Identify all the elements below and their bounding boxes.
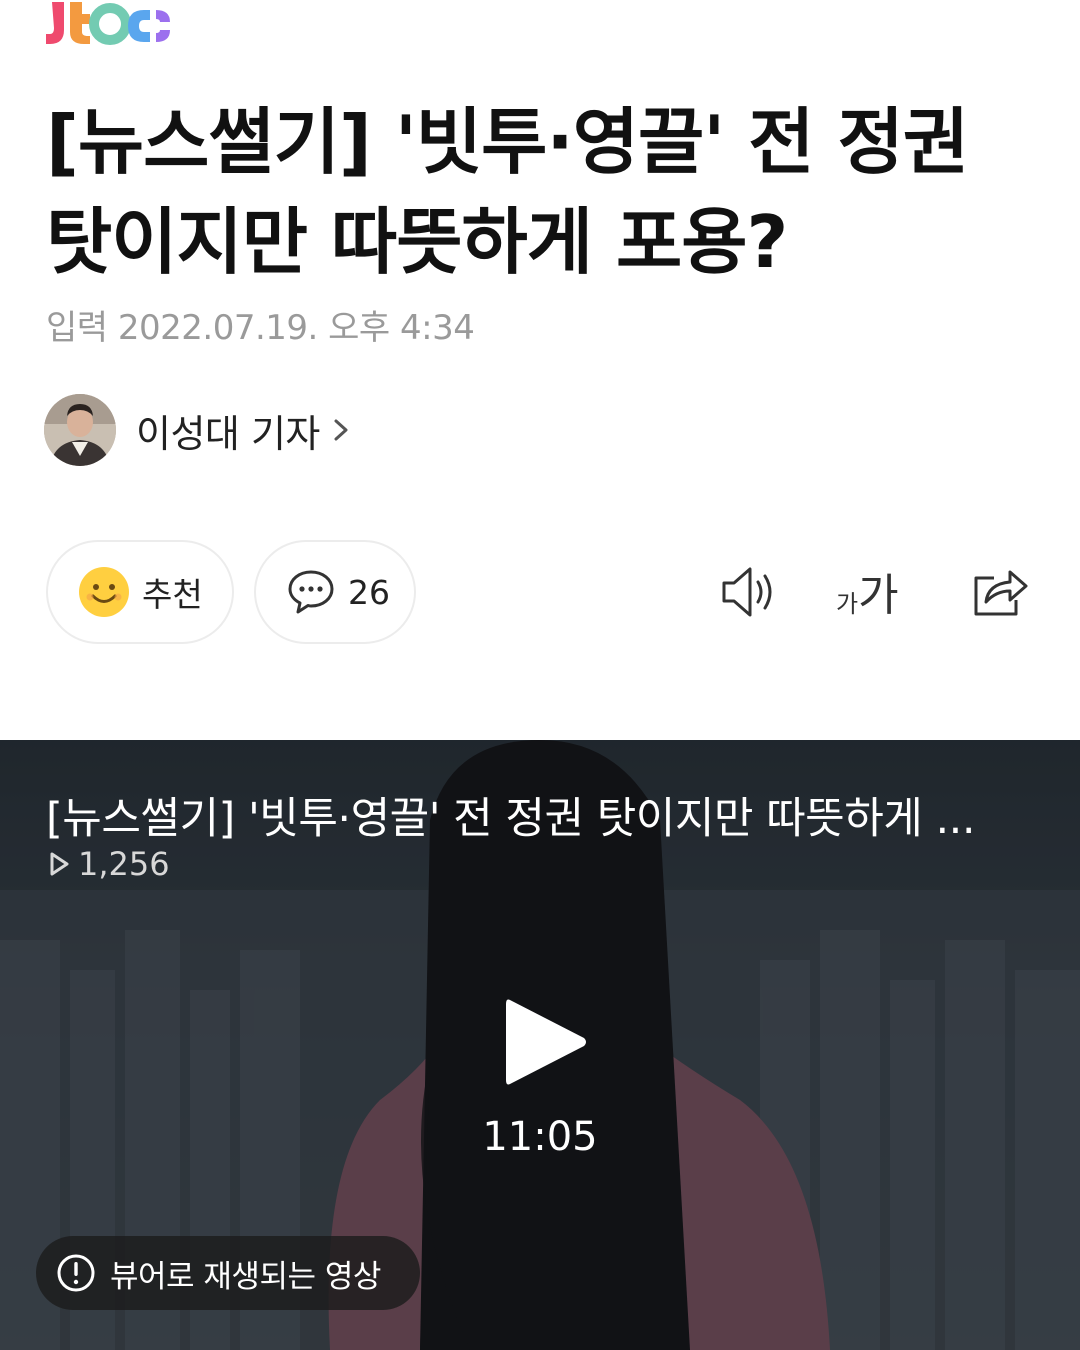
font-size-icon[interactable]: 가 가 <box>836 562 912 622</box>
reporter-link[interactable]: 이성대 기자 <box>44 394 352 466</box>
headline-line-1: [뉴스썰기] '빗투·영끌' 전 정권 <box>46 100 969 184</box>
play-icon[interactable] <box>500 994 590 1090</box>
headline-line-2: 탓이지만 따뜻하게 포용? <box>46 200 788 284</box>
reporter-name: 이성대 기자 <box>136 411 320 456</box>
reporter-avatar <box>44 394 116 466</box>
video-player[interactable]: [뉴스썰기] '빗투·영끌' 전 정권 탓이지만 따뜻하게 ... 1,256 … <box>0 740 1080 1350</box>
publish-date: 입력 2022.07.19. 오후 4:34 <box>46 308 475 348</box>
comment-button[interactable]: 26 <box>254 540 416 644</box>
comment-count: 26 <box>348 572 390 612</box>
font-size-small-label: 가 <box>836 590 859 618</box>
jtbc-logo[interactable] <box>44 0 174 48</box>
speaker-icon[interactable] <box>720 562 782 622</box>
video-duration: 11:05 <box>482 1114 598 1160</box>
info-icon <box>57 1254 95 1292</box>
share-icon[interactable] <box>970 562 1030 622</box>
font-size-large-label: 가 <box>858 570 899 621</box>
comment-bubble-icon <box>288 570 334 614</box>
chevron-right-icon <box>334 419 348 441</box>
view-count: 1,256 <box>48 844 170 884</box>
viewer-notice-text: 뷰어로 재생되는 영상 <box>110 1258 381 1295</box>
article-page: [뉴스썰기] '빗투·영끌' 전 정권 탓이지만 따뜻하게 포용? 입력 202… <box>0 0 1080 1350</box>
smiley-icon <box>79 567 129 617</box>
video-title: [뉴스썰기] '빗투·영끌' 전 정권 탓이지만 따뜻하게 ... <box>46 794 976 844</box>
view-count-value: 1,256 <box>78 845 170 883</box>
article-headline: [뉴스썰기] '빗투·영끌' 전 정권 탓이지만 따뜻하게 포용? <box>46 92 1036 292</box>
recommend-button[interactable]: 추천 <box>46 540 234 644</box>
recommend-label: 추천 <box>142 575 203 614</box>
play-count-icon <box>50 852 69 876</box>
viewer-playback-notice: 뷰어로 재생되는 영상 <box>36 1236 420 1310</box>
